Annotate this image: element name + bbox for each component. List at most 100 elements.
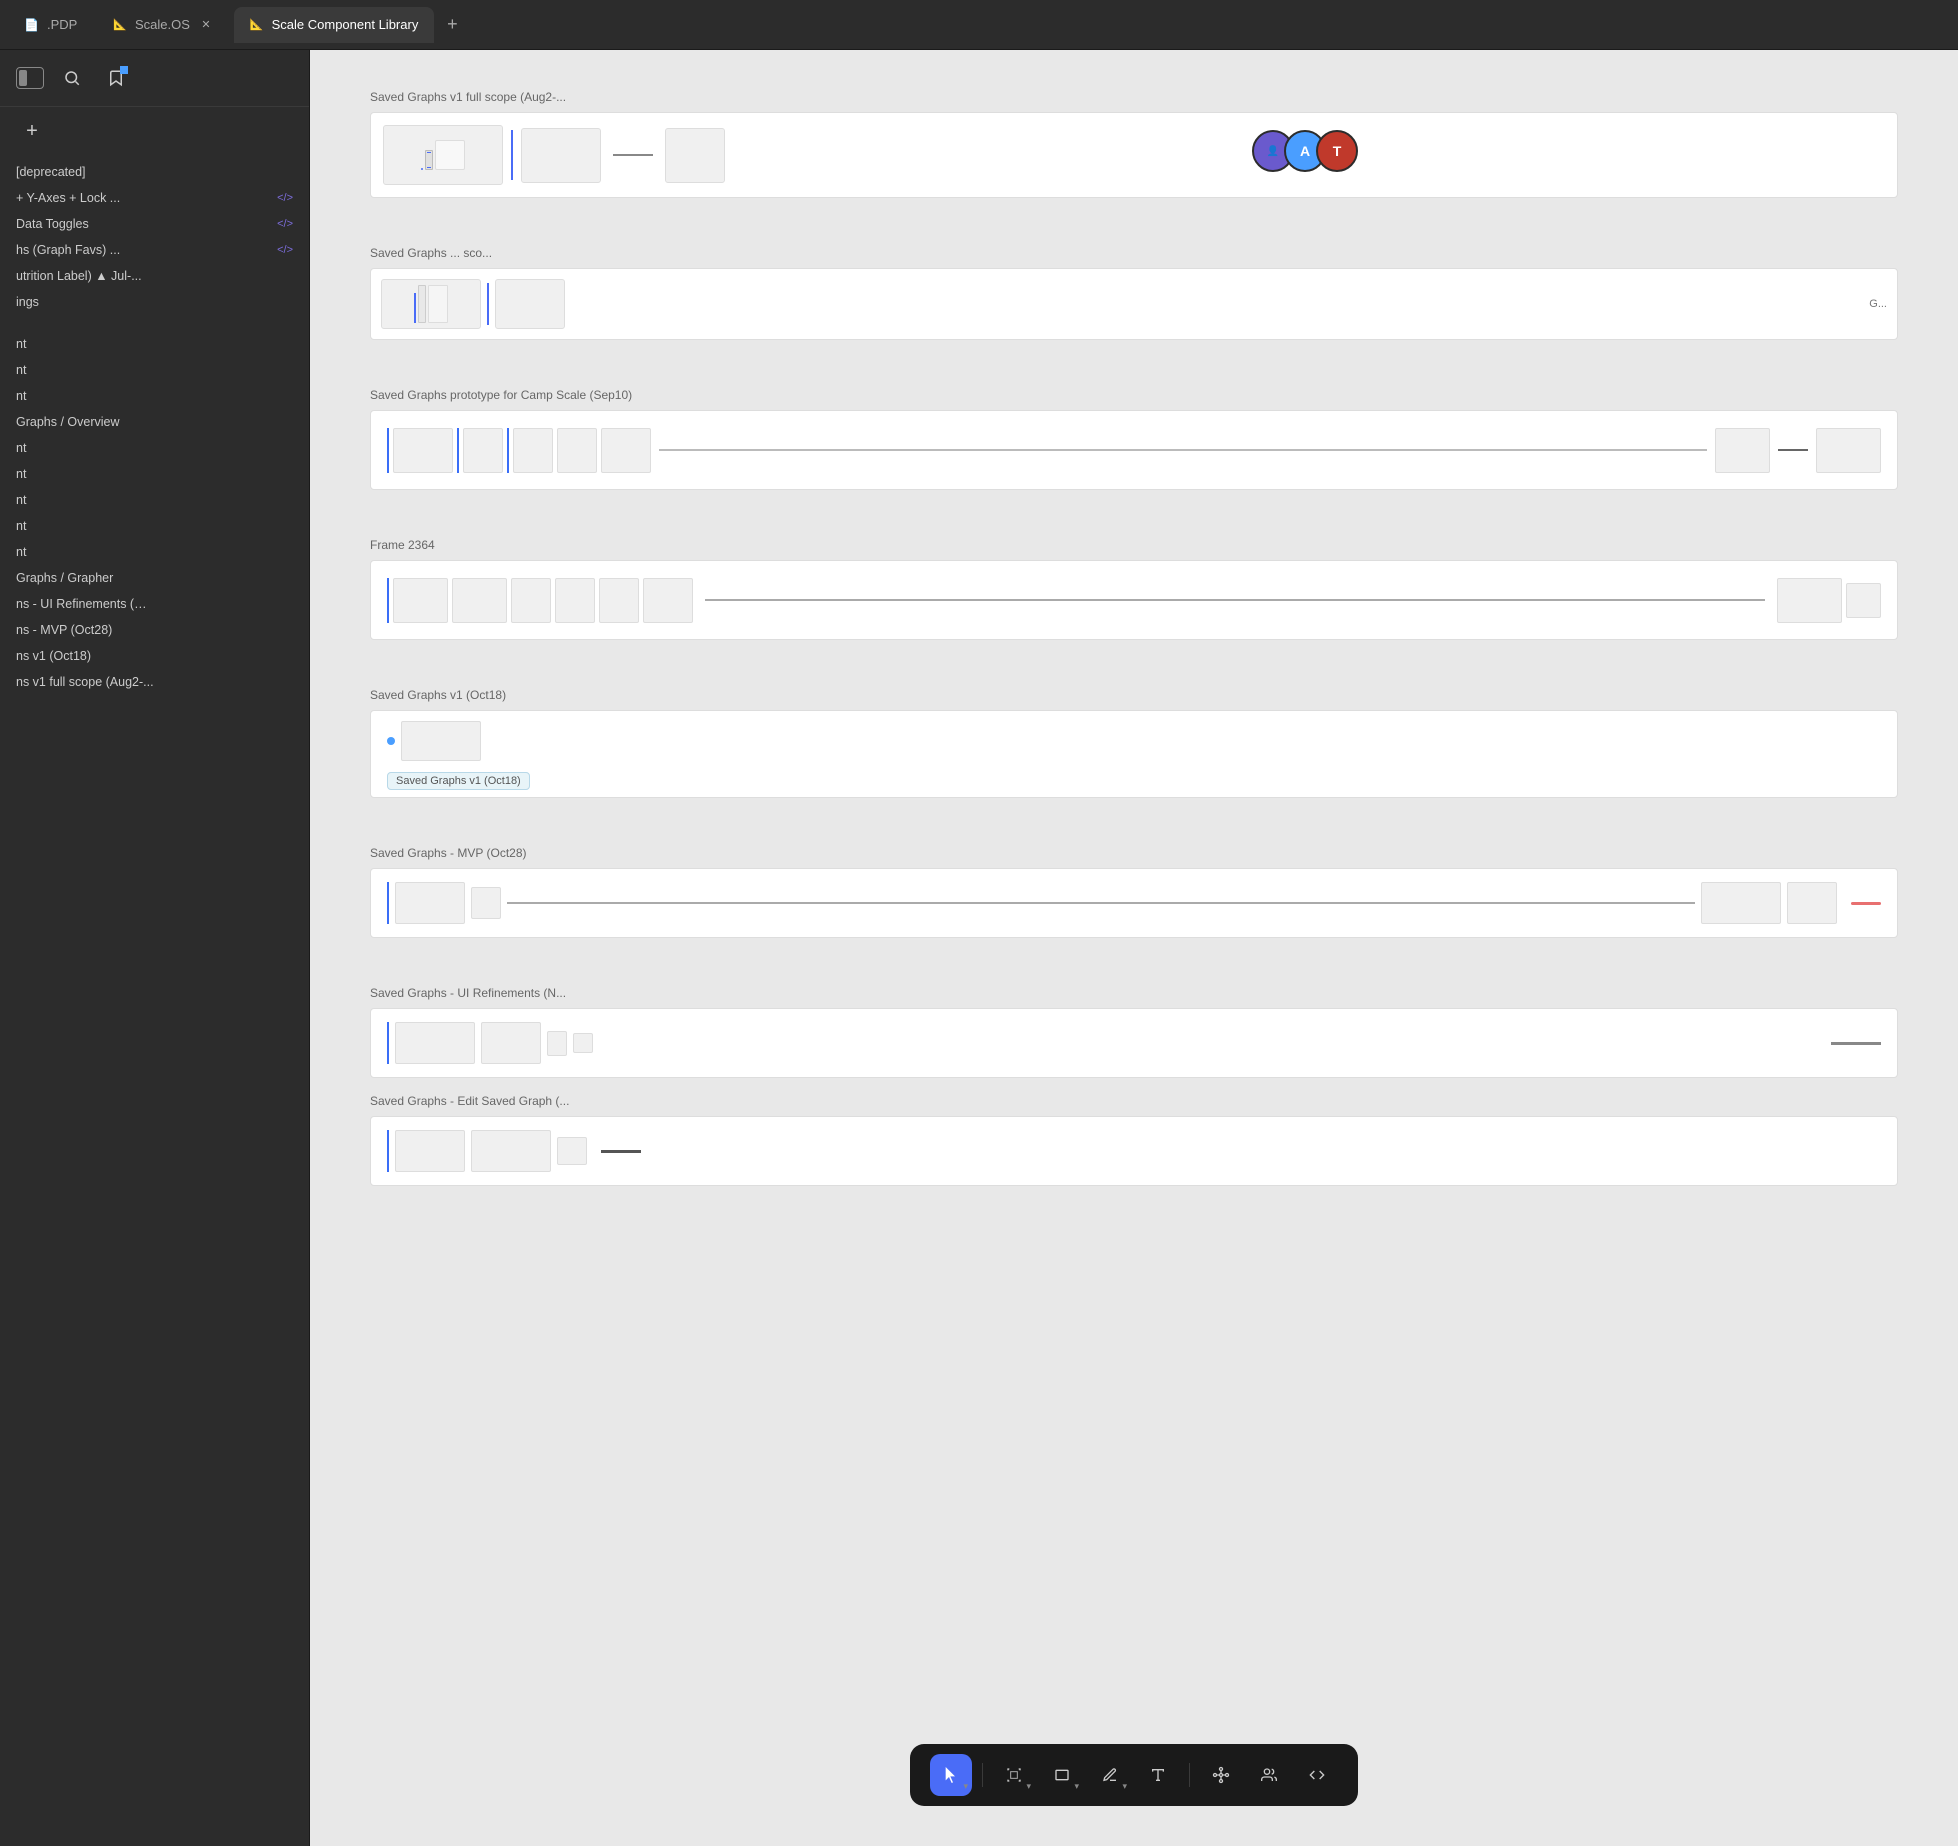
rectangle-tool-button[interactable]: ▾ xyxy=(1041,1754,1083,1796)
sidebar-item-ui-refinements-label: ns - UI Refinements (… xyxy=(16,597,147,611)
frame-saved-graphs-mvp-oct28-preview[interactable] xyxy=(370,868,1898,938)
f2364-graph-4 xyxy=(555,578,595,623)
f2364-small-block xyxy=(1846,583,1881,618)
sidebar-list: [deprecated] + Y-Axes + Lock ... </> Dat… xyxy=(0,155,309,1846)
sidebar-item-graph-favs[interactable]: hs (Graph Favs) ... </> xyxy=(0,237,309,263)
sidebar-toolbar xyxy=(0,50,309,107)
mini-graph-1 xyxy=(383,125,503,185)
frame-2364-label: Frame 2364 xyxy=(370,538,1898,552)
frame-saved-graphs-mvp-oct28-label: Saved Graphs - MVP (Oct28) xyxy=(370,846,1898,860)
frame-saved-graphs-edit-label: Saved Graphs - Edit Saved Graph (... xyxy=(370,1094,1898,1108)
sidebar-item-nt3-label: nt xyxy=(16,389,26,403)
tab-scaleos[interactable]: 📐 Scale.OS ✕ xyxy=(97,7,230,43)
sidebar-item-nt2[interactable]: nt xyxy=(0,357,309,383)
frame-saved-graphs-ui-refinements-preview-row1[interactable] xyxy=(370,1008,1898,1078)
sidebar-item-mvp-oct28-label: ns - MVP (Oct28) xyxy=(16,623,112,637)
ui-graph-3 xyxy=(547,1031,567,1056)
component-tool-button[interactable] xyxy=(1200,1754,1242,1796)
frame-tool-chevron: ▾ xyxy=(1026,1781,1031,1792)
sidebar-item-y-axes-lock-label: + Y-Axes + Lock ... xyxy=(16,191,120,205)
edit-dash xyxy=(601,1150,641,1153)
f2364-dash xyxy=(705,599,1765,601)
oct18-label-badge: Saved Graphs v1 (Oct18) xyxy=(387,772,530,790)
frame-2364-preview[interactable] xyxy=(370,560,1898,640)
sidebar-item-nutrition-label[interactable]: utrition Label) ▲ Jul-... xyxy=(0,263,309,289)
tab-scaleos-icon: 📐 xyxy=(113,18,127,31)
f2364-graph-1 xyxy=(393,578,448,623)
sidebar-item-v1-oct18[interactable]: ns v1 (Oct18) xyxy=(0,643,309,669)
frame-saved-graphs-v1-full-scope-preview[interactable] xyxy=(370,112,1898,198)
layout-icon xyxy=(1261,1767,1277,1783)
sidebar-item-data-toggles-code: </> xyxy=(277,218,293,230)
frame-saved-graphs-2-preview[interactable]: G... xyxy=(370,268,1898,340)
frame-saved-graphs-ui-refinements: Saved Graphs - UI Refinements (N... Save… xyxy=(370,986,1898,1186)
sidebar-item-graphs-grapher[interactable]: Graphs / Grapher xyxy=(0,565,309,591)
sidebar-item-deprecated[interactable]: [deprecated] xyxy=(0,159,309,185)
frame-saved-graphs-v1-oct18: Saved Graphs v1 (Oct18) Saved Graphs v1 … xyxy=(370,688,1898,798)
search-icon xyxy=(63,69,81,87)
cursor-tool-button[interactable]: ▾ xyxy=(930,1754,972,1796)
search-button[interactable] xyxy=(56,62,88,94)
sidebar-item-ui-refinements[interactable]: ns - UI Refinements (… xyxy=(0,591,309,617)
rectangle-tool-chevron: ▾ xyxy=(1074,1781,1079,1792)
tab-pdp-icon: 📄 xyxy=(24,18,39,32)
ui-dash xyxy=(1831,1042,1881,1045)
tab-scale-component-library[interactable]: 📐 Scale Component Library xyxy=(234,7,434,43)
layout-tool-button[interactable] xyxy=(1248,1754,1290,1796)
sidebar-item-nt5[interactable]: nt xyxy=(0,461,309,487)
f2364-graph-7 xyxy=(1777,578,1842,623)
tab-scaleos-close[interactable]: ✕ xyxy=(198,17,214,33)
sidebar-item-v1-full-scope-label: ns v1 full scope (Aug2-... xyxy=(16,675,154,689)
sidebar-item-nt1[interactable]: nt xyxy=(0,331,309,357)
mini-graph-5 xyxy=(495,279,565,329)
text-tool-button[interactable] xyxy=(1137,1754,1179,1796)
toolbar-divider-2 xyxy=(1189,1763,1190,1787)
rectangle-icon xyxy=(1054,1767,1070,1783)
pen-tool-button[interactable]: ▾ xyxy=(1089,1754,1131,1796)
sidebar-item-nt2-label: nt xyxy=(16,363,26,377)
sidebar-item-deprecated-label: [deprecated] xyxy=(16,165,86,179)
frame-saved-graphs-2-label: Saved Graphs ... sco... xyxy=(370,246,1898,260)
component-icon xyxy=(1212,1766,1230,1784)
sidebar-item-y-axes-lock[interactable]: + Y-Axes + Lock ... </> xyxy=(0,185,309,211)
sidebar-item-nt7[interactable]: nt xyxy=(0,513,309,539)
proto-dash xyxy=(659,449,1707,451)
mvp-graph-2 xyxy=(471,887,501,919)
panel-toggle-button[interactable] xyxy=(16,67,44,89)
tab-pdp[interactable]: 📄 .PDP xyxy=(8,7,93,43)
frame-1-vline xyxy=(511,130,513,180)
sidebar-item-y-axes-lock-code: </> xyxy=(277,192,293,204)
mini-graph-4 xyxy=(381,279,481,329)
bookmark-button[interactable] xyxy=(100,62,132,94)
frame-tool-button[interactable]: ▾ xyxy=(993,1754,1035,1796)
frame-saved-graphs-2: Saved Graphs ... sco... G... xyxy=(370,246,1898,340)
bookmark-notification-dot xyxy=(120,66,128,74)
sidebar-item-mvp-oct28[interactable]: ns - MVP (Oct28) xyxy=(0,617,309,643)
canvas-scroll-area[interactable]: 👤 A T Saved Graphs v1 full scope (Aug2-.… xyxy=(310,50,1958,1846)
toolbar: ▾ ▾ ▾ xyxy=(910,1744,1358,1806)
frame-saved-graphs-prototype-preview[interactable] xyxy=(370,410,1898,490)
proto-graph-5 xyxy=(601,428,651,473)
sidebar-item-graphs-grapher-label: Graphs / Grapher xyxy=(16,571,113,585)
sidebar-item-ings[interactable]: ings xyxy=(0,289,309,315)
add-section-button[interactable]: + xyxy=(16,115,48,147)
code-tool-button[interactable] xyxy=(1296,1754,1338,1796)
tab-add-button[interactable]: + xyxy=(438,11,466,39)
pen-tool-chevron: ▾ xyxy=(1122,1781,1127,1792)
sidebar-item-nt7-label: nt xyxy=(16,519,26,533)
tab-scaleos-label: Scale.OS xyxy=(135,17,190,32)
tab-pdp-label: .PDP xyxy=(47,17,77,32)
sidebar-item-nt8[interactable]: nt xyxy=(0,539,309,565)
sidebar-item-data-toggles[interactable]: Data Toggles </> xyxy=(0,211,309,237)
sidebar-item-nt4[interactable]: nt xyxy=(0,435,309,461)
sidebar-item-v1-full-scope[interactable]: ns v1 full scope (Aug2-... xyxy=(0,669,309,695)
sidebar-item-graphs-overview[interactable]: Graphs / Overview xyxy=(0,409,309,435)
frame-saved-graphs-prototype: Saved Graphs prototype for Camp Scale (S… xyxy=(370,388,1898,490)
frame-saved-graphs-v1-oct18-preview[interactable]: Saved Graphs v1 (Oct18) xyxy=(370,710,1898,798)
oct18-graph-1 xyxy=(401,721,481,761)
sidebar-item-nt6[interactable]: nt xyxy=(0,487,309,513)
f2364-graph-2 xyxy=(452,578,507,623)
sidebar-item-nt3[interactable]: nt xyxy=(0,383,309,409)
frame-saved-graphs-edit-preview[interactable] xyxy=(370,1116,1898,1186)
frame-2-vline xyxy=(487,283,489,325)
